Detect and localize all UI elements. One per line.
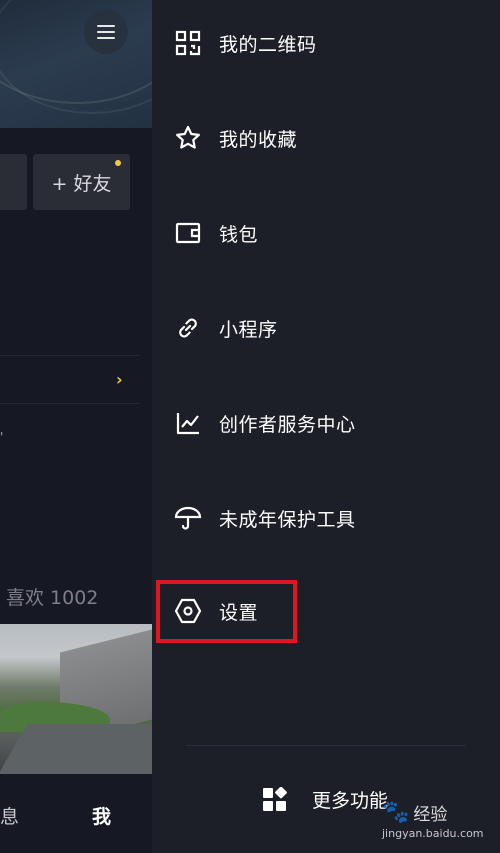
menu-item-label: 我的二维码 <box>219 33 317 56</box>
tab-me[interactable]: 我 <box>92 802 111 829</box>
edit-profile-button[interactable] <box>0 154 27 210</box>
watermark-url: jingyan.baidu.com <box>382 827 484 840</box>
hamburger-icon <box>97 23 115 41</box>
menu-item-mini-program[interactable]: 小程序 <box>174 300 474 356</box>
side-drawer: 我的二维码 我的收藏 钱包 小程序 创作者服务中心 未成年保护工具 设置 更多功… <box>152 0 500 853</box>
umbrella-icon <box>174 504 202 532</box>
menu-item-label: 我的收藏 <box>219 128 298 151</box>
chart-icon <box>174 409 202 437</box>
menu-item-minor-protection[interactable]: 未成年保护工具 <box>174 490 474 546</box>
menu-item-favorites[interactable]: 我的收藏 <box>174 110 474 166</box>
notification-dot <box>115 160 121 166</box>
menu-item-label: 创作者服务中心 <box>219 413 356 436</box>
drawer-divider <box>186 745 466 746</box>
menu-item-qr-code[interactable]: 我的二维码 <box>174 15 474 71</box>
menu-item-creator-center[interactable]: 创作者服务中心 <box>174 395 474 451</box>
menu-item-label: 小程序 <box>219 318 278 341</box>
menu-item-label: 钱包 <box>219 223 259 246</box>
paw-logo-icon: 🐾 <box>382 800 410 825</box>
divider <box>0 403 140 404</box>
qr-code-icon <box>174 29 202 57</box>
divider <box>0 355 140 356</box>
watermark-brand: 经验 <box>413 805 448 825</box>
chevron-right-icon[interactable]: › <box>116 370 123 389</box>
menu-item-label: 未成年保护工具 <box>219 508 356 531</box>
add-friend-button[interactable]: + 好友 <box>33 154 130 210</box>
likes-tab-label[interactable]: 喜欢 1002 <box>6 583 98 610</box>
menu-button[interactable] <box>84 10 128 54</box>
wallet-icon <box>174 219 202 247</box>
video-thumbnail[interactable] <box>0 624 152 774</box>
star-icon <box>174 124 202 152</box>
profile-panel: + 好友 › ' 喜欢 1002 息 我 <box>0 0 152 853</box>
add-friend-label: + 好友 <box>51 172 112 195</box>
highlight-box <box>156 580 297 643</box>
more-features-button[interactable]: 更多功能 <box>262 786 388 813</box>
text-fragment: ' <box>0 430 4 444</box>
grid-more-icon <box>262 786 288 813</box>
link-icon <box>174 314 202 342</box>
menu-item-wallet[interactable]: 钱包 <box>174 205 474 261</box>
more-features-label: 更多功能 <box>312 790 389 812</box>
tab-messages[interactable]: 息 <box>0 802 19 829</box>
bottom-nav <box>0 774 152 853</box>
watermark: 🐾 经验 jingyan.baidu.com <box>382 800 484 840</box>
profile-banner <box>0 0 152 128</box>
